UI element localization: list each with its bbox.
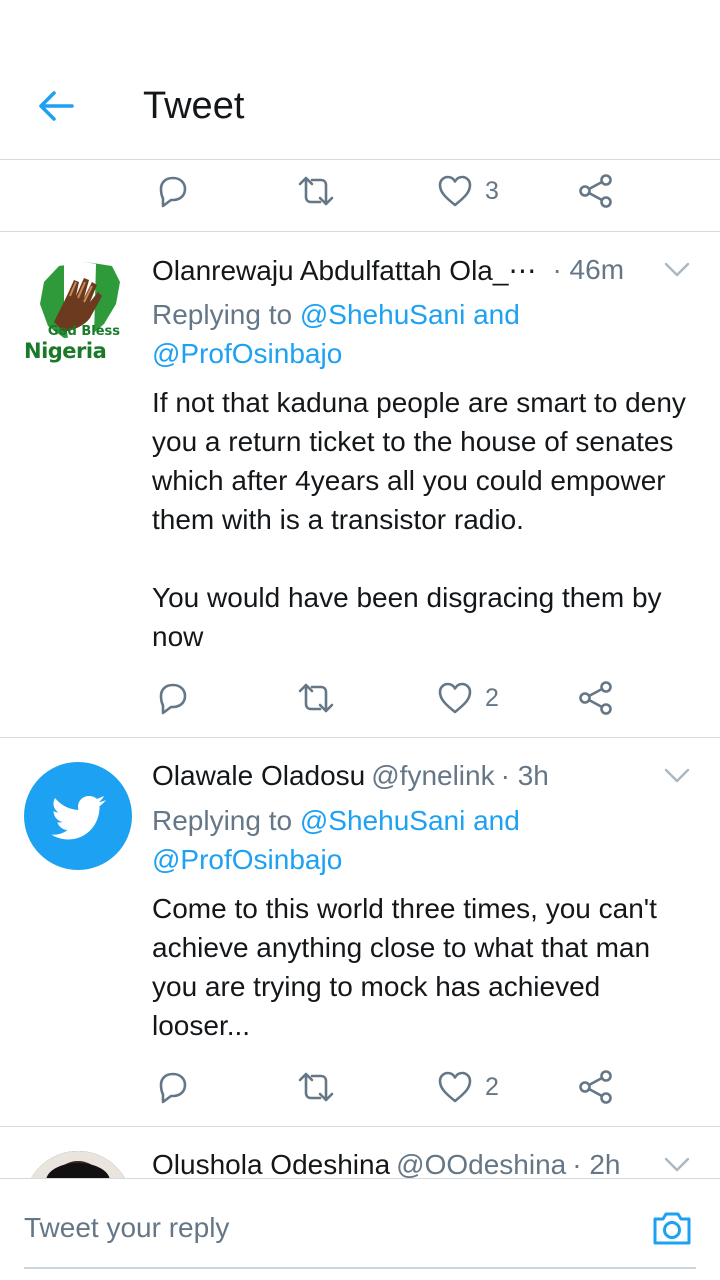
user-handle[interactable]: @OOdeshina [396,1149,566,1178]
replying-to: Replying to @ShehuSani and @ProfOsinbajo [152,299,520,369]
retweet-button[interactable] [296,668,336,728]
reply-icon [159,683,187,715]
reply-icon [159,176,187,208]
tweet-text: Come to this world three times, you can'… [152,893,665,1041]
heart-icon [438,682,472,714]
camera-icon [653,1212,691,1245]
like-button[interactable]: 2 [437,1057,499,1117]
chevron-down-icon[interactable] [664,258,690,280]
share-button[interactable] [578,668,614,728]
retweet-button[interactable] [296,161,336,221]
tweet-header: Olawale Oladosu @fynelink · 3h [152,756,690,796]
tweet-item[interactable]: Olawale Oladosu @fynelink · 3h Replying … [0,738,720,1126]
tweet-text: If not that kaduna people are smart to d… [152,387,686,652]
tweet-thread[interactable]: 3 God Bless Nigeria Olanrewaju Abdulfatt… [0,161,720,1178]
like-count: 3 [485,176,499,205]
action-bar: 3 [0,161,720,221]
action-bar: 2 [0,668,720,728]
camera-button[interactable] [648,1205,696,1251]
avatar[interactable] [24,762,132,870]
retweet-icon [298,683,334,713]
chevron-down-icon[interactable] [664,1153,690,1175]
page-title: Tweet [143,85,245,127]
display-name[interactable]: Olawale Oladosu [152,760,365,792]
timestamp: · 2h [572,1149,621,1178]
heart-icon [438,175,472,207]
reply-icon [159,1072,187,1104]
share-button[interactable] [578,1057,614,1117]
like-button[interactable]: 3 [437,161,499,221]
tweet-header: Olushola Odeshina @OOdeshina · 2h [152,1145,690,1178]
reply-input[interactable] [24,1205,614,1251]
user-handle[interactable]: @fynelink [371,760,494,792]
retweet-button[interactable] [296,1057,336,1117]
logo-text: God Bless Nigeria [24,324,120,363]
twitter-bird-icon [51,796,106,840]
replying-to: Replying to @ShehuSani and @ProfOsinbajo [152,805,520,875]
reply-button[interactable] [155,1057,191,1117]
share-icon [579,174,612,208]
retweet-icon [298,1072,334,1102]
avatar[interactable] [24,1151,132,1178]
arrow-left-icon [39,91,74,121]
timestamp: · 46m [552,254,625,285]
like-button[interactable]: 2 [437,668,499,728]
display-name[interactable]: Olushola Odeshina [152,1149,390,1178]
like-count: 2 [485,1072,499,1101]
back-button[interactable] [30,82,82,130]
reply-button[interactable] [155,161,191,221]
reply-button[interactable] [155,668,191,728]
share-icon [579,1070,612,1104]
reply-composer [0,1178,720,1280]
timestamp: · 3h [500,760,549,791]
app-header: Tweet [0,0,720,160]
tweet-item[interactable]: God Bless Nigeria Olanrewaju Abdulfattah… [0,232,720,737]
like-count: 2 [485,683,499,712]
share-button[interactable] [578,161,614,221]
tweet-item[interactable]: Olushola Odeshina @OOdeshina · 2h [0,1127,720,1178]
chevron-down-icon[interactable] [664,764,690,786]
input-underline [24,1267,696,1269]
avatar[interactable]: God Bless Nigeria [24,252,132,363]
share-icon [579,681,612,715]
user-photo [24,1151,132,1178]
heart-icon [438,1071,472,1103]
retweet-icon [298,176,334,206]
action-bar: 2 [0,1057,720,1117]
tweet-header: Olanrewaju Abdulfattah Ola_⋯ · 46m [152,250,690,290]
display-name[interactable]: Olanrewaju Abdulfattah Ola_⋯ [152,254,536,287]
